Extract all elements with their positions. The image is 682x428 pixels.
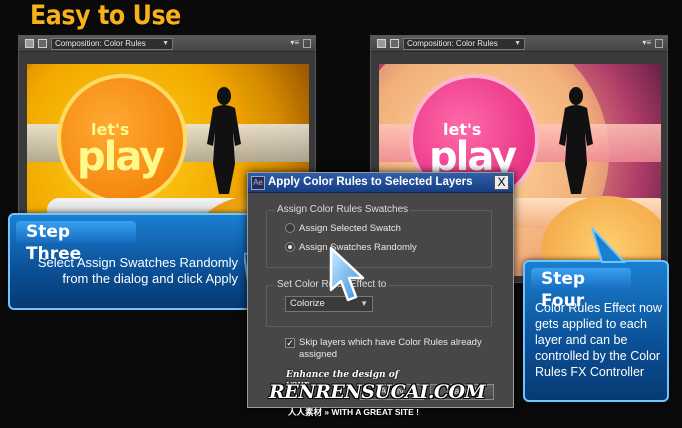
assign-selected-swatch-label[interactable]: Assign Selected Swatch (299, 223, 401, 234)
chevron-down-icon[interactable]: ▼ (162, 39, 169, 49)
callout-heading: Step Three (16, 221, 136, 264)
after-effects-icon: Ae (251, 176, 265, 190)
watermark-subline: 人人素材 » WITH A GREAT SITE ! (288, 407, 419, 417)
chevron-down-icon[interactable]: ▼ (514, 39, 521, 49)
swatches-group-label: Assign Color Rules Swatches (275, 204, 411, 215)
dialog-titlebar[interactable]: Ae Apply Color Rules to Selected Layers … (248, 173, 513, 193)
maximize-icon[interactable] (655, 39, 663, 48)
composition-tab[interactable]: Composition: Color Rules ▼ (51, 38, 173, 50)
callout-body: Select Assign Swatches Randomly from the… (37, 255, 238, 286)
callout-heading: Step Four (531, 268, 631, 311)
callout-pointer (591, 228, 627, 263)
panel-menu-icon[interactable]: ▾≡ (290, 38, 299, 47)
panel-close-icon[interactable] (377, 39, 386, 48)
skip-layers-checkbox[interactable]: ✓ (285, 338, 295, 348)
assign-swatches-randomly-radio[interactable] (285, 242, 295, 252)
dialog-title: Apply Color Rules to Selected Layers (268, 176, 473, 188)
composition-tab-label: Composition: Color Rules (407, 39, 498, 48)
composition-tab-label: Composition: Color Rules (55, 39, 146, 48)
mouse-cursor-icon (329, 246, 365, 302)
watermark-brand: RENRENSUCAI.COM (269, 381, 486, 403)
silhouette-image (207, 87, 241, 194)
lock-icon[interactable] (390, 39, 399, 48)
swatches-group (266, 210, 492, 268)
headline: Easy to Use (30, 0, 181, 31)
panel-close-icon[interactable] (25, 39, 34, 48)
lock-icon[interactable] (38, 39, 47, 48)
panel-menu-icon[interactable]: ▾≡ (642, 38, 651, 47)
effect-select-value: Colorize (290, 298, 325, 309)
panel-titlebar: Composition: Color Rules ▼ ▾≡ (19, 36, 315, 52)
callout-step-four: Step Four Color Rules Effect now gets ap… (523, 260, 669, 402)
watermark-logo: Enhance the design of your RENRENSUCAI.C… (264, 370, 486, 422)
panel-titlebar: Composition: Color Rules ▼ ▾≡ (371, 36, 667, 52)
close-button[interactable]: X (494, 175, 509, 190)
play-text: play (77, 134, 165, 180)
composition-tab[interactable]: Composition: Color Rules ▼ (403, 38, 525, 50)
skip-layers-label[interactable]: Skip layers which have Color Rules alrea… (299, 337, 499, 361)
maximize-icon[interactable] (303, 39, 311, 48)
silhouette-image (559, 87, 593, 194)
assign-selected-swatch-radio[interactable] (285, 223, 295, 233)
callout-body: Color Rules Effect now gets applied to e… (535, 301, 662, 379)
